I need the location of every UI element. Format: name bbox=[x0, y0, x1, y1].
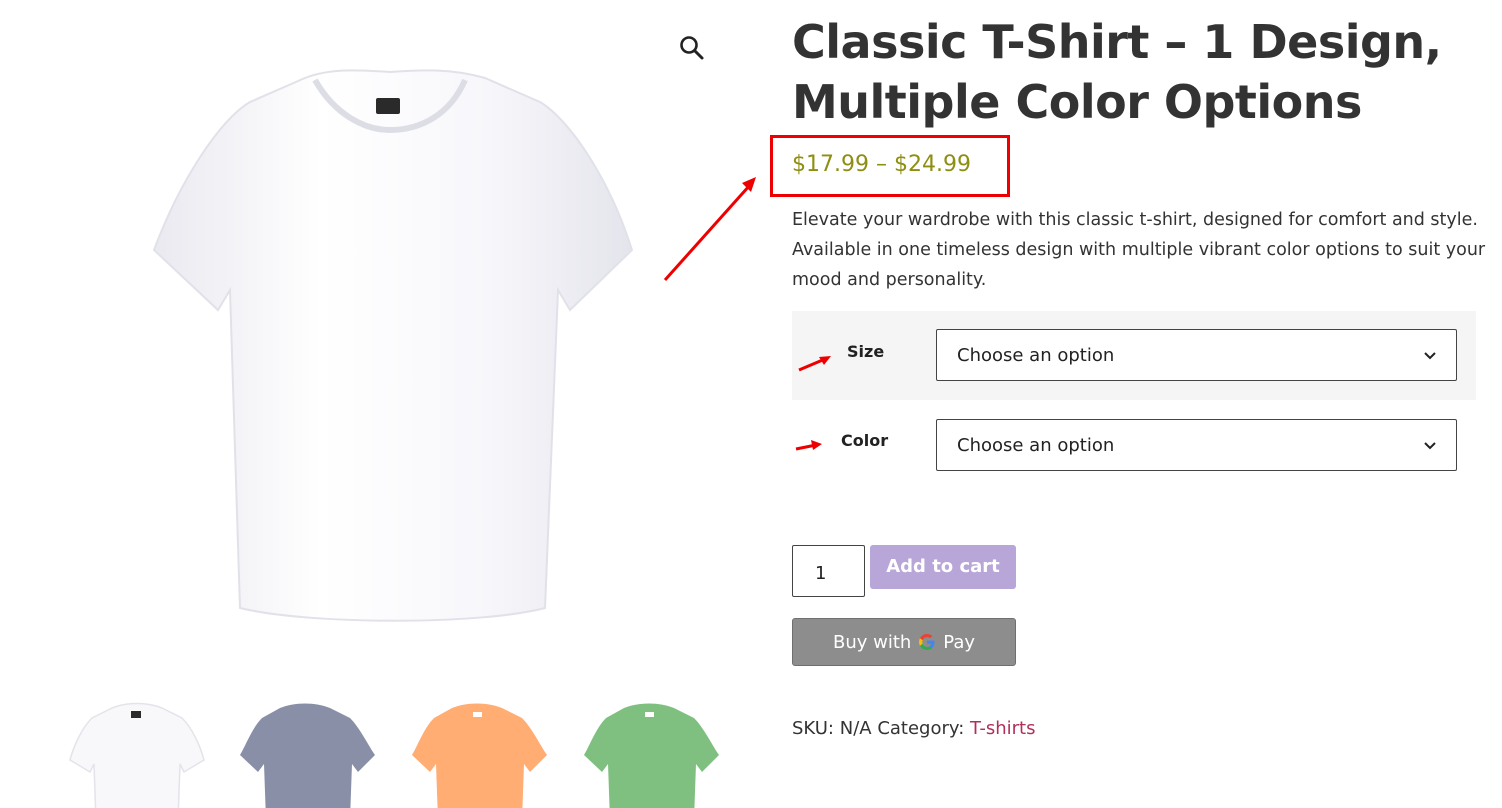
quantity-value: 1 bbox=[815, 563, 827, 584]
product-price: $17.99 – $24.99 bbox=[792, 152, 971, 177]
chevron-down-icon bbox=[1424, 352, 1436, 360]
annotation-arrow-size bbox=[798, 356, 831, 372]
size-label: Size bbox=[847, 342, 885, 361]
sku-value: N/A bbox=[839, 718, 872, 739]
color-label: Color bbox=[841, 431, 889, 450]
sku-label: SKU: bbox=[792, 718, 834, 739]
size-select[interactable]: Choose an option bbox=[936, 329, 1457, 381]
variations-form: Size Choose an option Color Choose an op… bbox=[792, 311, 1476, 491]
google-pay-button[interactable]: Buy with Pay bbox=[792, 618, 1016, 666]
gpay-suffix: Pay bbox=[943, 631, 976, 653]
add-to-cart-button[interactable]: Add to cart bbox=[870, 545, 1016, 589]
thumbnail-green[interactable] bbox=[574, 700, 724, 808]
size-select-value: Choose an option bbox=[957, 345, 1115, 366]
thumbnail-gray[interactable] bbox=[230, 700, 380, 808]
category-label: Category: bbox=[877, 718, 965, 739]
color-select-value: Choose an option bbox=[957, 435, 1115, 456]
gpay-prefix: Buy with bbox=[832, 631, 912, 653]
category-link[interactable]: T-shirts bbox=[970, 718, 1035, 739]
product-title: Classic T-Shirt – 1 Design, Multiple Col… bbox=[792, 15, 1442, 129]
thumbnail-white[interactable] bbox=[62, 700, 212, 808]
annotation-arrow-color bbox=[795, 440, 822, 451]
annotation-arrow-price bbox=[663, 177, 756, 282]
product-description: Elevate your wardrobe with this classic … bbox=[792, 210, 1486, 290]
thumbnail-orange[interactable] bbox=[402, 700, 552, 808]
color-row: Color Choose an option bbox=[792, 400, 1476, 489]
quantity-input[interactable]: 1 bbox=[792, 545, 865, 597]
main-product-image[interactable] bbox=[140, 60, 650, 635]
magnifier-icon[interactable] bbox=[678, 34, 706, 62]
size-row: Size Choose an option bbox=[792, 311, 1476, 400]
product-meta: SKU: N/A Category: T-shirts bbox=[792, 718, 1036, 739]
chevron-down-icon bbox=[1424, 442, 1436, 450]
google-g-icon bbox=[919, 634, 935, 650]
color-select[interactable]: Choose an option bbox=[936, 419, 1457, 471]
